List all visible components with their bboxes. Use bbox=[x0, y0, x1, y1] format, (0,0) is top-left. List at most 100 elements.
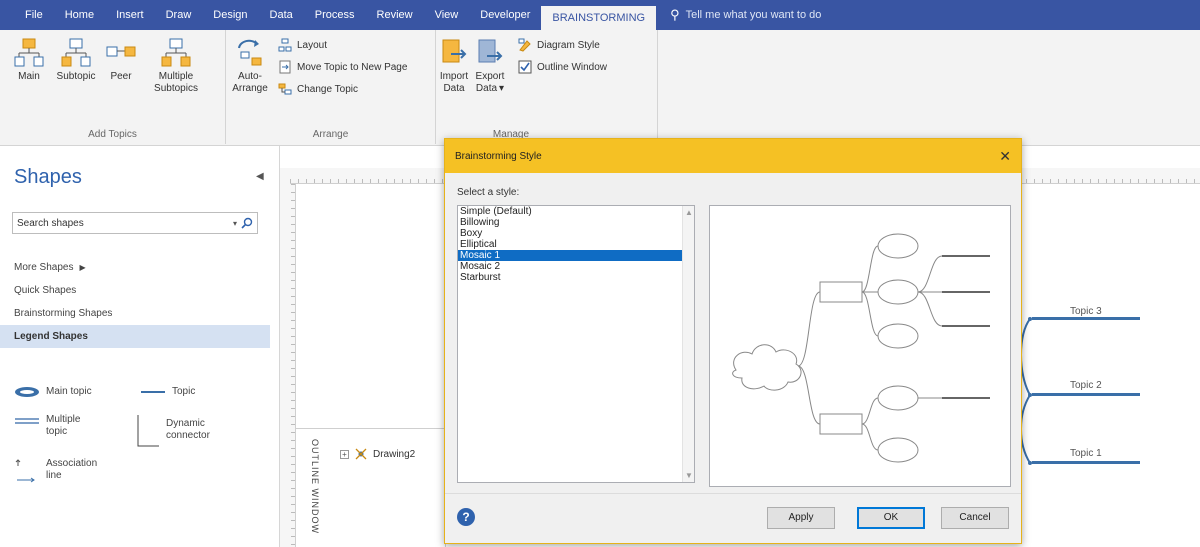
topic-3-line[interactable] bbox=[1032, 317, 1140, 320]
change-topic-button[interactable]: Change Topic bbox=[278, 82, 358, 96]
chevron-right-icon: ▶ bbox=[79, 263, 86, 272]
export-label-row: Data ▾ bbox=[476, 83, 504, 95]
legend-shapes-label: Legend Shapes bbox=[14, 331, 88, 342]
association-label-1: Association bbox=[46, 458, 98, 469]
tell-me-text: Tell me what you want to do bbox=[685, 9, 822, 21]
tab-view[interactable]: View bbox=[424, 0, 470, 30]
subtopic-button[interactable]: Subtopic bbox=[56, 38, 96, 83]
multiple-label-2: Subtopics bbox=[154, 83, 198, 94]
listbox-scrollbar[interactable]: ▲ ▼ bbox=[682, 206, 694, 482]
stencil-topic[interactable]: Topic bbox=[140, 386, 195, 398]
tab-developer[interactable]: Developer bbox=[469, 0, 541, 30]
style-option-mosaic-1[interactable]: Mosaic 1 bbox=[458, 250, 694, 261]
auto-label-1: Auto- bbox=[238, 71, 262, 82]
move-topic-icon bbox=[279, 60, 291, 74]
shape-category-legend[interactable]: Legend Shapes bbox=[0, 325, 270, 348]
association-line-text: Association line bbox=[46, 458, 97, 482]
outline-node-drawing[interactable]: + Drawing2 bbox=[340, 447, 415, 461]
dropdown-arrow-icon: ▾ bbox=[499, 83, 505, 94]
multiple-subtopics-button[interactable]: Multiple Subtopics bbox=[146, 38, 206, 95]
topic-3-label[interactable]: Topic 3 bbox=[1070, 306, 1102, 317]
shape-category-brainstorming[interactable]: Brainstorming Shapes bbox=[0, 302, 270, 325]
menu-bar: File Home Insert Draw Design Data Proces… bbox=[0, 0, 1200, 30]
outline-window-label: Outline Window bbox=[537, 61, 608, 73]
search-icon[interactable] bbox=[241, 217, 253, 229]
auto-arrange-button[interactable]: Auto- Arrange bbox=[230, 38, 270, 95]
export-label-1: Export bbox=[475, 71, 505, 82]
close-icon[interactable]: ✕ bbox=[999, 148, 1011, 165]
style-preview bbox=[709, 205, 1011, 487]
outline-window: OUTLINE WINDOW + Drawing2 bbox=[296, 428, 446, 547]
subtopic-icon bbox=[61, 38, 91, 67]
topic-1-label[interactable]: Topic 1 bbox=[1070, 448, 1102, 459]
arrange-group-label: Arrange bbox=[312, 129, 349, 140]
apply-button[interactable]: Apply bbox=[767, 507, 835, 529]
layout-icon bbox=[278, 38, 292, 52]
topic-1-line[interactable] bbox=[1032, 461, 1140, 464]
import-data-icon bbox=[442, 39, 467, 63]
tab-insert[interactable]: Insert bbox=[105, 0, 155, 30]
group-arrange: Auto- Arrange Layout Move Topic to New P… bbox=[226, 30, 436, 144]
brainstorming-shapes-label: Brainstorming Shapes bbox=[14, 308, 113, 319]
tell-me-box[interactable]: ⚲ Tell me what you want to do bbox=[656, 0, 821, 30]
cancel-button[interactable]: Cancel bbox=[941, 507, 1009, 529]
change-topic-label: Change Topic bbox=[297, 83, 358, 95]
help-icon[interactable]: ? bbox=[457, 508, 475, 526]
stencil-dynamic-connector[interactable]: Dynamic connector bbox=[134, 414, 210, 448]
diagram-style-icon bbox=[518, 38, 531, 52]
import-label-2: Data bbox=[443, 83, 465, 94]
association-label-2: line bbox=[46, 470, 62, 481]
topic-2-label[interactable]: Topic 2 bbox=[1070, 380, 1102, 391]
tab-review[interactable]: Review bbox=[366, 0, 424, 30]
tab-file[interactable]: File bbox=[14, 0, 54, 30]
dynamic-connector-text: Dynamic connector bbox=[166, 418, 210, 442]
move-topic-button[interactable]: Move Topic to New Page bbox=[278, 60, 407, 74]
peer-button[interactable]: Peer bbox=[104, 38, 138, 83]
ok-button[interactable]: OK bbox=[857, 507, 925, 529]
stencil-main-topic[interactable]: Main topic bbox=[14, 386, 92, 398]
style-option-mosaic-2[interactable]: Mosaic 2 bbox=[458, 261, 694, 272]
layout-button[interactable]: Layout bbox=[278, 38, 327, 52]
diagram-style-label: Diagram Style bbox=[537, 39, 600, 51]
style-option-simple[interactable]: Simple (Default) bbox=[458, 206, 694, 217]
style-listbox[interactable]: Simple (Default) Billowing Boxy Elliptic… bbox=[457, 205, 695, 483]
outline-window-title: OUTLINE WINDOW bbox=[310, 439, 320, 534]
change-topic-icon bbox=[278, 83, 292, 95]
style-option-billowing[interactable]: Billowing bbox=[458, 217, 694, 228]
import-data-button[interactable]: Import Data bbox=[436, 38, 472, 95]
tab-brainstorming[interactable]: BRAINSTORMING bbox=[541, 3, 657, 30]
shape-category-more-shapes[interactable]: More Shapes ▶ bbox=[0, 256, 270, 279]
collapse-pane-icon[interactable]: ◀ bbox=[256, 171, 264, 182]
add-topics-group-label: Add Topics bbox=[88, 129, 137, 140]
stencil-multiple-topic[interactable]: Multiple topic bbox=[14, 414, 80, 438]
search-placeholder: Search shapes bbox=[17, 217, 84, 229]
tab-home[interactable]: Home bbox=[54, 0, 105, 30]
multiple-subtopics-icon bbox=[161, 38, 191, 67]
search-dropdown-icon[interactable]: ▾ bbox=[233, 219, 237, 228]
subtopic-label: Subtopic bbox=[56, 71, 96, 82]
style-option-boxy[interactable]: Boxy bbox=[458, 228, 694, 239]
stencil-association-line[interactable]: Association line bbox=[14, 458, 97, 484]
main-topic-shape-icon bbox=[15, 387, 39, 397]
tab-process[interactable]: Process bbox=[304, 0, 366, 30]
tab-data[interactable]: Data bbox=[259, 0, 304, 30]
shape-category-quick-shapes[interactable]: Quick Shapes bbox=[0, 279, 270, 302]
topic-2-line[interactable] bbox=[1032, 393, 1140, 396]
tab-draw[interactable]: Draw bbox=[155, 0, 203, 30]
main-label: Main bbox=[18, 71, 40, 82]
expand-icon[interactable]: + bbox=[340, 449, 349, 459]
search-shapes-input[interactable]: Search shapes ▾ bbox=[12, 212, 258, 234]
export-label-2: Data bbox=[475, 83, 498, 94]
style-option-elliptical[interactable]: Elliptical bbox=[458, 239, 694, 250]
outline-window-toggle[interactable]: Outline Window bbox=[518, 60, 607, 74]
import-label-1: Import bbox=[439, 71, 469, 82]
tab-design[interactable]: Design bbox=[202, 0, 258, 30]
scroll-up-icon[interactable]: ▲ bbox=[685, 208, 693, 217]
export-data-button[interactable]: Export Data ▾ bbox=[472, 38, 508, 95]
style-option-starburst[interactable]: Starburst bbox=[458, 272, 694, 283]
dialog-title-bar: Brainstorming Style ✕ bbox=[445, 139, 1021, 173]
scroll-down-icon[interactable]: ▼ bbox=[685, 471, 693, 480]
main-topic-button[interactable]: Main bbox=[12, 38, 46, 83]
style-preview-diagram bbox=[732, 233, 990, 463]
diagram-style-button[interactable]: Diagram Style bbox=[518, 38, 600, 52]
